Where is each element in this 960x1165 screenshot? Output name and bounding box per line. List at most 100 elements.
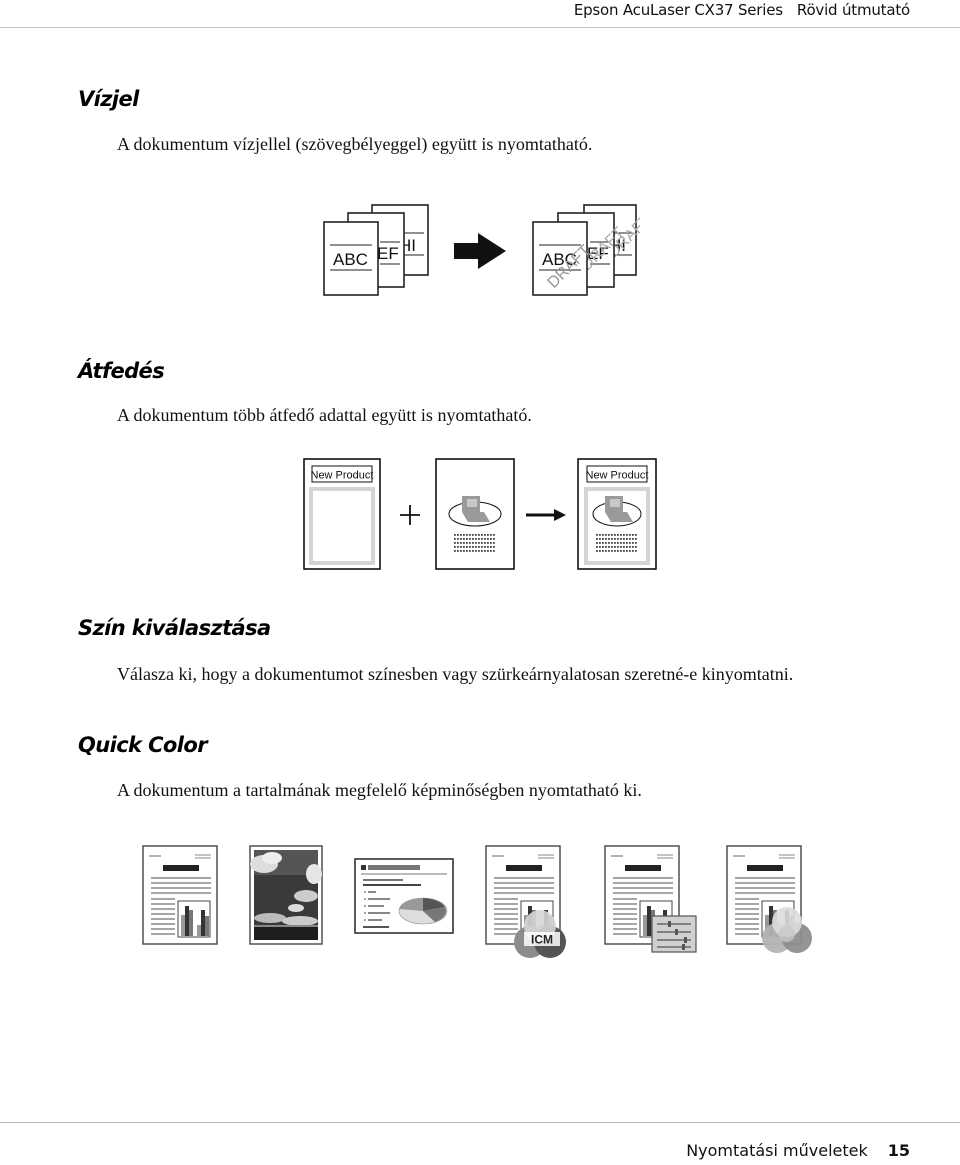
data-dot bbox=[493, 538, 495, 540]
data-dot bbox=[457, 534, 459, 536]
data-dot bbox=[629, 550, 631, 552]
data-dot bbox=[632, 550, 634, 552]
data-dot bbox=[460, 534, 462, 536]
data-dot bbox=[629, 538, 631, 540]
data-dot bbox=[481, 546, 483, 548]
page-abc: ABC bbox=[323, 221, 379, 296]
data-dot bbox=[629, 542, 631, 544]
data-dot bbox=[605, 546, 607, 548]
data-dot bbox=[623, 538, 625, 540]
data-dot bbox=[611, 550, 613, 552]
data-dot bbox=[484, 542, 486, 544]
data-dot bbox=[602, 534, 604, 536]
data-dot bbox=[493, 546, 495, 548]
section-text-watermark: A dokumentum vízjellel (szövegbélyeggel)… bbox=[117, 134, 593, 154]
data-dot bbox=[487, 546, 489, 548]
data-dot bbox=[635, 546, 637, 548]
section-text-color-select: Válasza ki, hogy a dokumentumot színesbe… bbox=[117, 664, 794, 684]
data-dot bbox=[475, 546, 477, 548]
data-dot bbox=[605, 538, 607, 540]
data-dot bbox=[484, 534, 486, 536]
data-dot bbox=[469, 534, 471, 536]
sliders-icon bbox=[651, 915, 697, 953]
data-dot bbox=[614, 534, 616, 536]
data-dot bbox=[472, 542, 474, 544]
data-dot bbox=[457, 542, 459, 544]
data-dot bbox=[481, 542, 483, 544]
data-dot bbox=[602, 546, 604, 548]
data-dot bbox=[454, 550, 456, 552]
data-dot bbox=[617, 538, 619, 540]
section-title-quick-color: Quick Color bbox=[78, 733, 208, 757]
quick-color-figure: ICM bbox=[142, 845, 812, 958]
data-dot bbox=[463, 542, 465, 544]
data-dot bbox=[484, 546, 486, 548]
photo-icon bbox=[249, 845, 323, 945]
data-dot bbox=[454, 538, 456, 540]
data-dot bbox=[481, 538, 483, 540]
page-def-text: EF bbox=[377, 244, 399, 263]
page-number: 15 bbox=[887, 1141, 910, 1160]
adjust-document-icon bbox=[604, 845, 697, 953]
data-dot bbox=[490, 538, 492, 540]
data-dot bbox=[623, 550, 625, 552]
data-dot bbox=[599, 542, 601, 544]
data-dot bbox=[481, 550, 483, 552]
data-dot bbox=[487, 538, 489, 540]
data-dot bbox=[620, 550, 622, 552]
data-dot bbox=[460, 546, 462, 548]
data-dot bbox=[629, 546, 631, 548]
data-dot bbox=[632, 538, 634, 540]
data-dot bbox=[457, 546, 459, 548]
watermark-figure: HI EF ABC HI DRAFT EF DRAFT ABC DRAFT bbox=[323, 204, 640, 296]
data-dot bbox=[490, 534, 492, 536]
page-footer: Nyomtatási műveletek 15 bbox=[686, 1141, 910, 1160]
data-dot bbox=[466, 542, 468, 544]
data-dot bbox=[626, 542, 628, 544]
data-dot bbox=[493, 550, 495, 552]
data-dot bbox=[611, 538, 613, 540]
data-dot bbox=[623, 546, 625, 548]
data-dot bbox=[596, 542, 598, 544]
data-dot bbox=[626, 534, 628, 536]
data-dot bbox=[460, 538, 462, 540]
data-dot bbox=[475, 542, 477, 544]
data-dot bbox=[478, 534, 480, 536]
data-dot bbox=[614, 546, 616, 548]
data-dot bbox=[466, 534, 468, 536]
page-abc-watermarked: ABC DRAFT bbox=[532, 221, 594, 296]
data-dot bbox=[632, 534, 634, 536]
data-dot bbox=[460, 542, 462, 544]
data-dot bbox=[614, 538, 616, 540]
data-dot bbox=[478, 550, 480, 552]
data-dot bbox=[635, 538, 637, 540]
data-dot bbox=[454, 546, 456, 548]
overlay-label: New Product bbox=[311, 470, 374, 482]
data-dot bbox=[611, 534, 613, 536]
data-dot bbox=[493, 542, 495, 544]
page-abc-text: ABC bbox=[333, 250, 368, 269]
data-dot bbox=[466, 538, 468, 540]
header-product: Epson AcuLaser CX37 Series bbox=[573, 1, 783, 19]
data-dot bbox=[463, 546, 465, 548]
data-dot bbox=[605, 542, 607, 544]
data-dot bbox=[635, 542, 637, 544]
data-dot bbox=[478, 542, 480, 544]
data-dot bbox=[472, 534, 474, 536]
data-dot bbox=[623, 534, 625, 536]
data-dot bbox=[484, 538, 486, 540]
data-dot bbox=[596, 538, 598, 540]
data-dot bbox=[469, 542, 471, 544]
data-dot bbox=[635, 534, 637, 536]
data-dot bbox=[490, 546, 492, 548]
data-dot bbox=[472, 550, 474, 552]
section-title-color-select: Szín kiválasztása bbox=[78, 616, 271, 640]
data-dot bbox=[620, 538, 622, 540]
data-dot bbox=[632, 542, 634, 544]
data-dot bbox=[599, 534, 601, 536]
before-page-stack: HI EF ABC bbox=[323, 204, 429, 296]
document-chart-icon bbox=[142, 845, 218, 945]
result-label: New Product bbox=[586, 470, 649, 482]
data-dot bbox=[602, 538, 604, 540]
data-dot bbox=[626, 550, 628, 552]
